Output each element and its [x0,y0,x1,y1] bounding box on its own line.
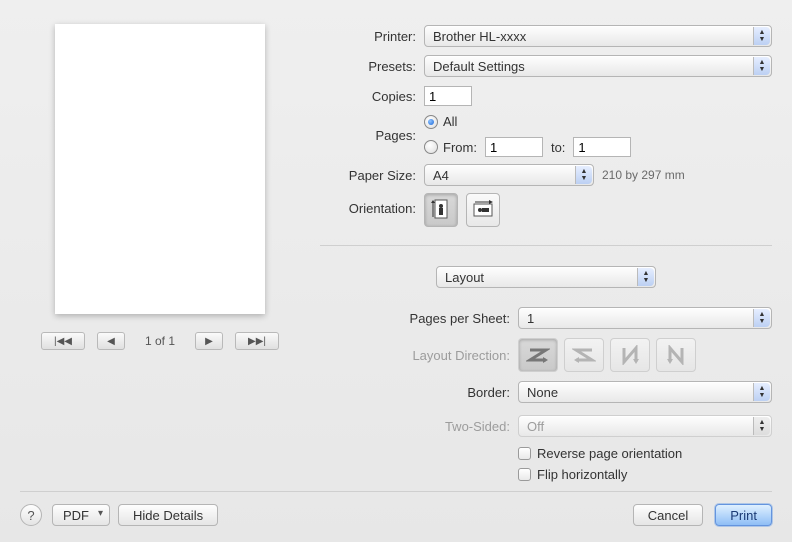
pager-page-label: 1 of 1 [137,334,183,348]
section-divider [320,245,772,246]
next-page-icon: ▶ [205,336,213,347]
chevron-updown-icon: ▲▼ [757,418,767,434]
printer-label: Printer: [320,29,416,44]
pdf-menu-button[interactable]: PDF [52,504,110,526]
landscape-icon [470,200,496,220]
printer-popup[interactable]: Brother HL-xxxx ▲▼ [424,25,772,47]
pages-from-label: From: [443,140,477,155]
help-button[interactable]: ? [20,504,42,526]
copies-field[interactable] [424,86,472,106]
orientation-landscape-button[interactable] [466,193,500,227]
print-button[interactable]: Print [715,504,772,526]
chevron-updown-icon: ▲▼ [579,167,589,183]
s-icon [572,345,596,365]
preview-column: |◀◀ ◀ 1 of 1 ▶ ▶▶| [20,24,300,482]
pages-to-field[interactable] [573,137,631,157]
reverse-label: Reverse page orientation [537,446,682,461]
presets-value: Default Settings [433,59,525,74]
pages-label: Pages: [320,128,416,143]
pager-last-button[interactable]: ▶▶| [235,332,279,350]
preview-pager: |◀◀ ◀ 1 of 1 ▶ ▶▶| [20,332,300,350]
flip-label: Flip horizontally [537,467,627,482]
presets-popup[interactable]: Default Settings ▲▼ [424,55,772,77]
chevron-updown-icon: ▲▼ [757,58,767,74]
layout-direction-group [518,338,696,372]
section-popup[interactable]: Layout ▲▼ [436,266,656,288]
border-label: Border: [320,385,510,400]
pages-per-sheet-label: Pages per Sheet: [320,311,510,326]
orientation-label: Orientation: [320,193,416,216]
copies-label: Copies: [320,89,416,104]
layout-direction-n2-button[interactable] [656,338,696,372]
checkbox-box-icon [518,447,531,460]
orientation-portrait-button[interactable] [424,193,458,227]
pages-all-label: All [443,114,457,129]
first-page-icon: |◀◀ [54,336,72,347]
two-sided-value: Off [527,419,544,434]
printer-value: Brother HL-xxxx [433,29,526,44]
layout-direction-n1-button[interactable] [610,338,650,372]
layout-direction-z1-button[interactable] [518,338,558,372]
settings-column: Printer: Brother HL-xxxx ▲▼ Presets: Def… [320,24,772,482]
checkbox-box-icon [518,468,531,481]
n-mirror-icon [664,345,688,365]
print-label: Print [730,508,757,523]
dialog-content: |◀◀ ◀ 1 of 1 ▶ ▶▶| Printer: [0,0,792,490]
pages-from-field[interactable] [485,137,543,157]
border-value: None [527,385,558,400]
prev-page-icon: ◀ [107,336,115,347]
border-popup[interactable]: None ▲▼ [518,381,772,403]
presets-label: Presets: [320,59,416,74]
paper-size-value: A4 [433,168,449,183]
layout-direction-z2-button[interactable] [564,338,604,372]
pages-to-label: to: [551,140,565,155]
layout-direction-label: Layout Direction: [320,348,510,363]
paper-dimensions: 210 by 297 mm [602,168,685,182]
bottom-bar: ? PDF Hide Details Cancel Print [0,481,792,542]
two-sided-popup: Off ▲▼ [518,415,772,437]
pages-per-sheet-popup[interactable]: 1 ▲▼ [518,307,772,329]
two-sided-label: Two-Sided: [320,419,510,434]
chevron-updown-icon: ▲▼ [757,28,767,44]
help-icon: ? [27,508,34,523]
pager-first-button[interactable]: |◀◀ [41,332,85,350]
pages-from-radio[interactable]: From: [424,140,477,155]
preview-page [55,24,265,314]
pages-all-radio[interactable]: All [424,114,457,129]
last-page-icon: ▶▶| [248,336,266,347]
section-value: Layout [445,270,484,285]
pager-prev-button[interactable]: ◀ [97,332,125,350]
cancel-button[interactable]: Cancel [633,504,703,526]
bottom-divider [20,491,772,492]
z-icon [526,345,550,365]
cancel-label: Cancel [648,508,688,523]
paper-size-label: Paper Size: [320,168,416,183]
radio-dot-icon [424,140,438,154]
flip-horizontally-checkbox[interactable]: Flip horizontally [518,467,627,482]
pdf-label: PDF [63,508,89,523]
n-icon [618,345,642,365]
chevron-updown-icon: ▲▼ [641,269,651,285]
pages-per-sheet-value: 1 [527,311,534,326]
reverse-page-orientation-checkbox[interactable]: Reverse page orientation [518,446,682,461]
portrait-icon [431,198,451,222]
radio-dot-icon [424,115,438,129]
pager-next-button[interactable]: ▶ [195,332,223,350]
paper-size-popup[interactable]: A4 ▲▼ [424,164,594,186]
print-dialog: |◀◀ ◀ 1 of 1 ▶ ▶▶| Printer: [0,0,792,542]
hide-details-button[interactable]: Hide Details [118,504,218,526]
chevron-updown-icon: ▲▼ [757,384,767,400]
chevron-updown-icon: ▲▼ [757,310,767,326]
hide-details-label: Hide Details [133,508,203,523]
